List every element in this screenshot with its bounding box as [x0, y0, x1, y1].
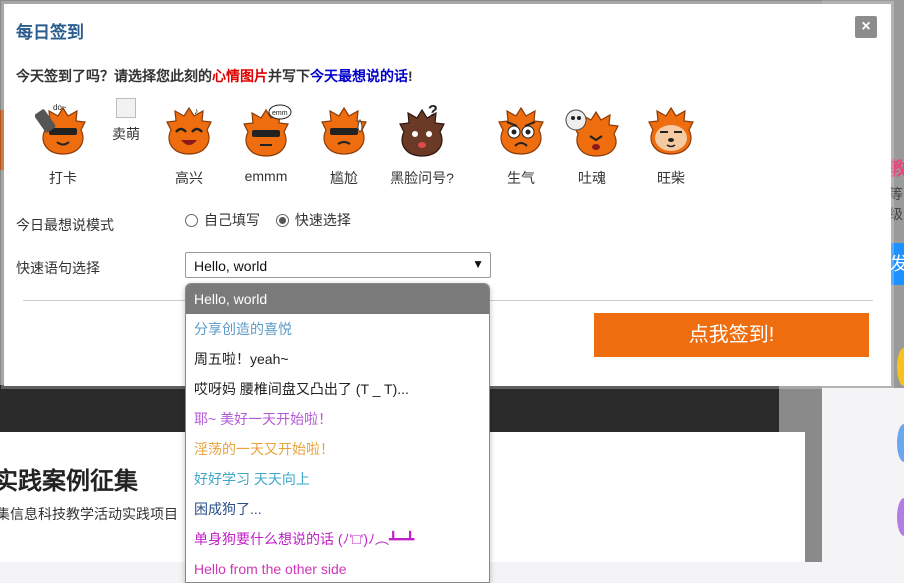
mode-radio-custom[interactable]: 自己填写 [185, 210, 260, 230]
dropdown-option[interactable]: 周五啦！yeah~ [186, 344, 489, 374]
svg-text:emm: emm [272, 110, 288, 117]
mood-option-happy[interactable]: ♪ 高兴 [149, 98, 229, 188]
close-button[interactable]: × [855, 16, 877, 38]
bg-circle-icon [897, 424, 904, 462]
dropdown-option[interactable]: 单身狗要什么想说的话 (ﾉ'□')ﾉ︵┻━┻ [186, 524, 489, 554]
quick-phrase-select[interactable]: Hello, world ▼ [185, 252, 491, 278]
svg-text:?: ? [428, 103, 438, 120]
dropdown-option[interactable]: 困成狗了... [186, 494, 489, 524]
radio-checked-icon[interactable] [275, 214, 289, 227]
prompt-text: 今天签到了吗？请选择您此刻的 [16, 68, 212, 84]
mood-label: 尴尬 [330, 170, 358, 186]
prompt-text: 并写下 [268, 68, 310, 84]
prompt-highlight-words: 今天最想说的话 [310, 68, 408, 84]
dialog-title: 每日签到 [16, 23, 84, 42]
checkin-prompt: 今天签到了吗？请选择您此刻的心情图片并写下今天最想说的话! [16, 66, 413, 86]
emmm-icon: emm [243, 104, 292, 157]
radio-unchecked-icon[interactable] [185, 214, 198, 227]
select-value: Hello, world [194, 258, 268, 274]
mood-label: 旺柴 [657, 170, 685, 186]
dropdown-option[interactable]: 哎呀妈 腰椎间盘又凸出了 (T _ T)... [186, 374, 489, 404]
mood-option-doge[interactable]: 旺柴 [631, 98, 711, 188]
mood-label: 生气 [507, 170, 535, 186]
mood-label: 黑脸问号? [390, 170, 454, 186]
mode-label: 今日最想说模式 [16, 217, 114, 233]
bg-circle-icon [897, 348, 904, 386]
dropdown-option[interactable]: Hello, world [186, 284, 489, 314]
mood-label: 吐魂 [578, 170, 606, 186]
quick-phrase-dropdown: Hello, world 分享创造的喜悦 周五啦！yeah~ 哎呀妈 腰椎间盘又… [185, 283, 490, 583]
angry-icon [498, 106, 544, 155]
mood-option-black-face[interactable]: ? 黑脸问号? [382, 98, 462, 188]
bg-side-subtitle: 等级 [889, 186, 903, 222]
broken-image-icon [116, 98, 136, 118]
mode-radio-group: 自己填写 快速选择 [185, 210, 363, 230]
doge-icon [648, 106, 694, 155]
bg-right-card [822, 388, 904, 563]
mood-option-angry[interactable]: 生气 [481, 98, 561, 188]
bg-circle-icon [897, 498, 904, 536]
chevron-down-icon: ▼ [472, 257, 484, 271]
radio-label: 快速选择 [294, 212, 351, 228]
svg-text:♪: ♪ [194, 106, 199, 116]
mood-picker: do~ 打卡 卖萌 ♪ 高兴 emm emmm 尴尬 ? 黑脸问号? 生气 吐魂… [16, 98, 716, 198]
radio-label: 自己填写 [204, 212, 260, 228]
dropdown-option[interactable]: Hello from the other side [186, 554, 489, 582]
mood-option-emmm[interactable]: emm emmm [226, 98, 306, 184]
mood-label: emmm [244, 168, 288, 184]
mood-label: 打卡 [49, 170, 77, 186]
dropdown-option[interactable]: 淫荡的一天又开始啦！ [186, 434, 489, 464]
prompt-highlight-mood: 心情图片 [212, 68, 268, 84]
mood-option-awkward[interactable]: 尴尬 [304, 98, 384, 188]
black-face-question-icon: ? [399, 103, 445, 157]
dropdown-option[interactable]: 分享创造的喜悦 [186, 314, 489, 344]
bg-section-title: 实践案例征集 [0, 468, 138, 495]
mode-radio-quick[interactable]: 快速选择 [275, 210, 351, 230]
checkin-submit-button[interactable]: 点我签到! [594, 313, 869, 357]
dropdown-option[interactable]: 耶~ 美好一天开始啦！ [186, 404, 489, 434]
bg-section-desc: 集信息科技教学活动实践项目 [0, 506, 178, 522]
svg-text:do~: do~ [53, 103, 67, 112]
happy-icon: ♪ [166, 106, 212, 155]
mood-option-soul-out[interactable]: 吐魂 [552, 98, 632, 188]
quick-phrase-label: 快速语句选择 [16, 260, 100, 276]
mood-label: 高兴 [175, 170, 203, 186]
awkward-icon [321, 106, 367, 155]
dropdown-option[interactable]: 好好学习 天天向上 [186, 464, 489, 494]
bg-side-title: 教 [889, 159, 904, 179]
punch-in-icon: do~ [35, 103, 86, 155]
prompt-text: ! [408, 68, 413, 84]
soul-out-icon [565, 109, 619, 157]
